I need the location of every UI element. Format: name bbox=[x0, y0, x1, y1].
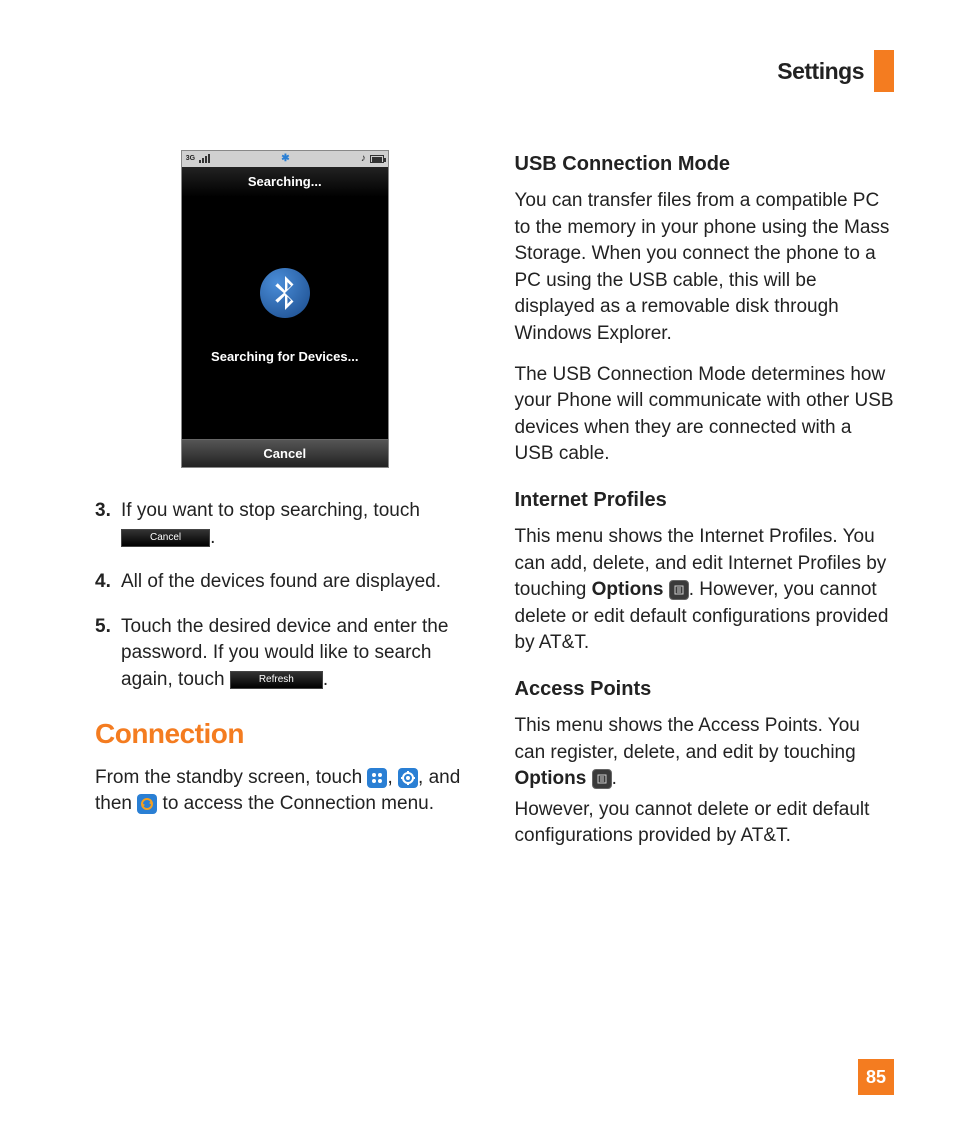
page-header: Settings bbox=[777, 50, 894, 92]
access-points-heading: Access Points bbox=[515, 675, 895, 703]
instruction-list: 3. If you want to stop searching, touch … bbox=[95, 498, 475, 694]
status-bluetooth-icon: ✱ bbox=[281, 152, 289, 166]
header-accent-bar bbox=[874, 50, 894, 92]
music-icon: ♪ bbox=[361, 152, 366, 166]
phone-screen-body: Searching for Devices... bbox=[182, 197, 388, 437]
step-4: 4. All of the devices found are displaye… bbox=[95, 569, 475, 596]
internet-profiles-heading: Internet Profiles bbox=[515, 486, 895, 514]
apps-icon bbox=[367, 768, 387, 788]
step-text: If you want to stop searching, touch Can… bbox=[121, 498, 475, 551]
sync-icon bbox=[137, 794, 157, 814]
phone-screen-title: Searching... bbox=[182, 167, 388, 197]
content-columns: 3G ✱ ♪ Searching... bbox=[95, 150, 894, 864]
refresh-button[interactable]: Refresh bbox=[230, 671, 323, 689]
connection-heading: Connection bbox=[95, 714, 475, 753]
phone-searching-message: Searching for Devices... bbox=[211, 348, 358, 366]
step-number: 5. bbox=[95, 614, 113, 694]
connection-paragraph: From the standby screen, touch , , and t… bbox=[95, 765, 475, 818]
step-3: 3. If you want to stop searching, touch … bbox=[95, 498, 475, 551]
step-5: 5. Touch the desired device and enter th… bbox=[95, 614, 475, 694]
battery-icon bbox=[370, 155, 384, 163]
internet-profiles-paragraph: This menu shows the Internet Profiles. Y… bbox=[515, 524, 895, 657]
access-points-paragraph-2: However, you cannot delete or edit defau… bbox=[515, 797, 895, 850]
left-column: 3G ✱ ♪ Searching... bbox=[95, 150, 475, 864]
header-title: Settings bbox=[777, 58, 864, 85]
phone-screenshot: 3G ✱ ♪ Searching... bbox=[181, 150, 389, 468]
status-3g-label: 3G bbox=[186, 154, 195, 164]
options-label: Options bbox=[515, 768, 587, 789]
usb-paragraph-1: You can transfer files from a compatible… bbox=[515, 188, 895, 348]
cancel-button[interactable]: Cancel bbox=[121, 529, 210, 547]
step-text: Touch the desired device and enter the p… bbox=[121, 614, 475, 694]
usb-heading: USB Connection Mode bbox=[515, 150, 895, 178]
access-points-paragraph-1: This menu shows the Access Points. You c… bbox=[515, 713, 895, 793]
signal-icon bbox=[199, 154, 210, 163]
options-menu-icon bbox=[592, 769, 612, 789]
phone-cancel-button[interactable]: Cancel bbox=[182, 439, 388, 467]
phone-status-bar: 3G ✱ ♪ bbox=[182, 151, 388, 167]
usb-paragraph-2: The USB Connection Mode determines how y… bbox=[515, 362, 895, 468]
page-number: 85 bbox=[858, 1059, 894, 1095]
right-column: USB Connection Mode You can transfer fil… bbox=[515, 150, 895, 864]
step-number: 3. bbox=[95, 498, 113, 551]
step-text: All of the devices found are displayed. bbox=[121, 569, 475, 596]
gear-icon bbox=[398, 768, 418, 788]
options-menu-icon bbox=[669, 580, 689, 600]
options-label: Options bbox=[592, 579, 664, 600]
bluetooth-icon bbox=[260, 268, 310, 318]
bluetooth-glyph-icon bbox=[272, 276, 298, 310]
step-number: 4. bbox=[95, 569, 113, 596]
